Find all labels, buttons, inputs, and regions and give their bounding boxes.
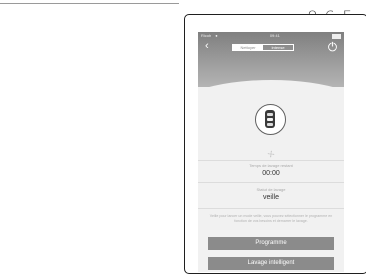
nav-bar: ‹ Nettoyer Intense <box>198 40 344 54</box>
back-icon[interactable]: ‹ <box>205 40 209 52</box>
robot-status-badge <box>255 104 286 135</box>
program-button[interactable]: Programme <box>208 237 334 250</box>
carrier-label: Ricoh <box>201 33 212 38</box>
status-left: Ricoh ● <box>201 33 218 39</box>
smart-wash-button[interactable]: Lavage intelligent <box>208 257 334 270</box>
status-bar: Ricoh ● 09:41 <box>201 33 341 39</box>
divider <box>198 182 344 183</box>
top-rule <box>0 3 179 4</box>
fan-icon <box>267 150 275 158</box>
divider <box>198 160 344 161</box>
phone-frame: Ricoh ● 09:41 ‹ Nettoyer Intense Temps d… <box>184 14 366 274</box>
robot-led-top <box>267 113 273 116</box>
wash-status-value: veille <box>263 194 279 201</box>
robot-vacuum-icon <box>265 110 275 128</box>
segment-intense[interactable]: Intense <box>263 45 293 50</box>
remaining-time-label: Temps de lavage restant <box>249 163 293 168</box>
wash-status-label: Statut de lavage <box>256 187 286 192</box>
segment-nettoyer[interactable]: Nettoyer <box>233 45 263 50</box>
app-screen: Ricoh ● 09:41 ‹ Nettoyer Intense Temps d… <box>198 32 344 272</box>
power-icon[interactable] <box>327 41 338 52</box>
mode-segmented-control: Nettoyer Intense <box>232 44 294 51</box>
robot-led-bottom <box>267 123 273 126</box>
info-note: Veille pour lancer un mode veille, vous … <box>209 214 333 223</box>
app-header: Ricoh ● 09:41 ‹ Nettoyer Intense <box>198 32 344 87</box>
battery-icon <box>331 34 341 39</box>
divider <box>198 208 344 209</box>
status-time: 09:41 <box>269 33 280 38</box>
signal-icon: ● <box>215 33 218 38</box>
remaining-time-value: 00:00 <box>262 170 280 177</box>
robot-led-middle <box>267 118 273 121</box>
